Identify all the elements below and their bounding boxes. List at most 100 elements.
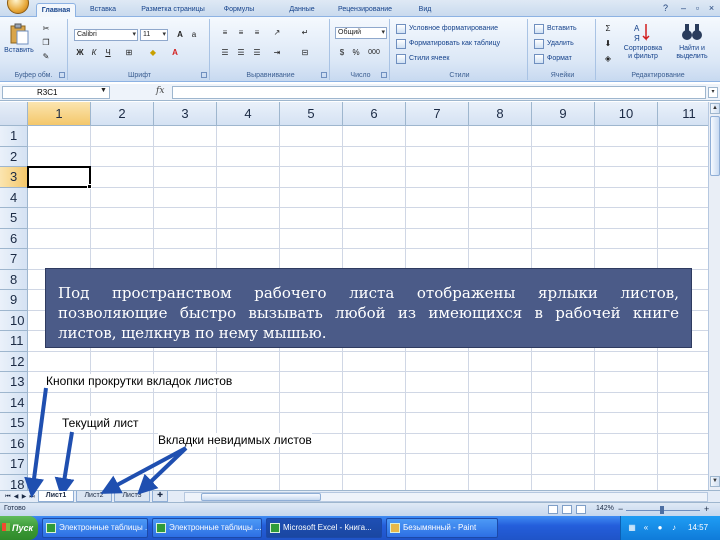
conditional-formatting-button[interactable]: Условное форматирование xyxy=(396,23,498,35)
align-left-icon[interactable]: ☰ xyxy=(218,47,232,59)
format-painter-icon[interactable]: ✎ xyxy=(40,51,52,63)
format-cells-button[interactable]: Формат xyxy=(534,53,572,65)
sheet-tab-1[interactable]: Лист1 xyxy=(38,491,74,502)
column-header-6[interactable]: 6 xyxy=(343,102,406,126)
insert-sheet-icon[interactable]: ✚ xyxy=(152,491,168,502)
fill-icon[interactable]: ⬇ xyxy=(602,38,614,50)
column-header-8[interactable]: 8 xyxy=(469,102,532,126)
align-top-icon[interactable]: ≡ xyxy=(218,27,232,39)
row-header-1[interactable]: 1 xyxy=(0,126,28,147)
cell-styles-button[interactable]: Стили ячеек xyxy=(396,53,449,65)
row-header-6[interactable]: 6 xyxy=(0,228,28,249)
first-sheet-icon[interactable]: ⏮ xyxy=(4,492,12,502)
column-header-5[interactable]: 5 xyxy=(280,102,343,126)
borders-icon[interactable]: ⊞ xyxy=(122,47,136,59)
taskbar-item-3[interactable]: Microsoft Excel - Книга... xyxy=(266,518,382,538)
row-header-5[interactable]: 5 xyxy=(0,208,28,229)
active-cell[interactable] xyxy=(27,166,91,188)
sheet-tab-3[interactable]: Лист3 xyxy=(114,491,150,502)
page-layout-view-icon[interactable] xyxy=(562,505,572,514)
wrap-text-icon[interactable]: ↵ xyxy=(298,27,312,39)
close-icon[interactable]: × xyxy=(706,3,717,14)
next-sheet-icon[interactable]: ▶ xyxy=(20,492,28,502)
italic-icon[interactable]: К xyxy=(88,47,100,59)
underline-icon[interactable]: Ч xyxy=(102,47,114,59)
column-header-2[interactable]: 2 xyxy=(91,102,154,126)
align-middle-icon[interactable]: ≡ xyxy=(234,27,248,39)
scroll-down-icon[interactable]: ▼ xyxy=(710,476,720,487)
row-header-14[interactable]: 14 xyxy=(0,392,28,413)
find-select-button[interactable]: Найти и выделить xyxy=(670,21,714,61)
last-sheet-icon[interactable]: ⏭ xyxy=(28,492,36,502)
row-header-9[interactable]: 9 xyxy=(0,290,28,311)
column-header-9[interactable]: 9 xyxy=(532,102,595,126)
horizontal-scrollbar[interactable] xyxy=(184,492,708,502)
row-header-10[interactable]: 10 xyxy=(0,310,28,331)
fill-handle[interactable] xyxy=(87,183,92,189)
tab-review[interactable]: Рецензирование xyxy=(330,3,400,17)
orientation-icon[interactable]: ↗ xyxy=(270,27,284,39)
tab-insert[interactable]: Вставка xyxy=(82,3,124,17)
tab-page-layout[interactable]: Разметка страницы xyxy=(132,3,214,17)
paste-button[interactable]: Вставить xyxy=(4,23,34,55)
formula-input[interactable] xyxy=(172,86,706,99)
autosum-icon[interactable]: Σ xyxy=(602,23,614,35)
name-box[interactable]: R3C1 xyxy=(2,86,110,99)
insert-cells-button[interactable]: Вставить xyxy=(534,23,577,35)
page-break-view-icon[interactable] xyxy=(576,505,586,514)
row-header-7[interactable]: 7 xyxy=(0,249,28,270)
start-button[interactable]: Пуск xyxy=(0,516,38,540)
sheet-tab-2[interactable]: Лист2 xyxy=(76,491,112,502)
scroll-up-icon[interactable]: ▲ xyxy=(710,103,720,114)
row-header-15[interactable]: 15 xyxy=(0,413,28,434)
align-bottom-icon[interactable]: ≡ xyxy=(250,27,264,39)
font-color-icon[interactable]: A xyxy=(168,47,182,59)
indent-icon[interactable]: ⇥ xyxy=(270,47,284,59)
zoom-in-icon[interactable]: + xyxy=(704,504,709,514)
volume-icon[interactable]: ♪ xyxy=(669,523,679,533)
row-header-12[interactable]: 12 xyxy=(0,351,28,372)
taskbar-item-4[interactable]: Безымянный - Paint xyxy=(386,518,498,538)
tray-arrow-icon[interactable]: « xyxy=(641,523,651,533)
antivirus-icon[interactable]: ● xyxy=(655,523,665,533)
restore-icon[interactable]: ▫ xyxy=(692,3,703,14)
clear-icon[interactable]: ◈ xyxy=(602,53,614,65)
align-right-icon[interactable]: ☰ xyxy=(250,47,264,59)
delete-cells-button[interactable]: Удалить xyxy=(534,38,574,50)
zoom-out-icon[interactable]: − xyxy=(618,504,623,514)
grow-font-icon[interactable]: A xyxy=(174,29,186,41)
column-header-4[interactable]: 4 xyxy=(217,102,280,126)
row-header-4[interactable]: 4 xyxy=(0,187,28,208)
cut-icon[interactable]: ✂ xyxy=(40,23,52,35)
row-header-11[interactable]: 11 xyxy=(0,331,28,352)
font-launcher-icon[interactable] xyxy=(201,72,207,78)
merge-cells-icon[interactable]: ⊟ xyxy=(298,47,312,59)
fill-color-icon[interactable]: ◆ xyxy=(146,47,160,59)
copy-icon[interactable]: ❐ xyxy=(40,37,52,49)
row-header-2[interactable]: 2 xyxy=(0,146,28,167)
tab-data[interactable]: Данные xyxy=(282,3,322,17)
font-name-select[interactable]: Calibri xyxy=(74,29,138,41)
taskbar-item-2[interactable]: Электронные таблицы ... xyxy=(152,518,262,538)
zoom-level[interactable]: 142% xyxy=(596,505,614,512)
row-header-3[interactable]: 3 xyxy=(0,167,28,188)
vertical-scroll-thumb[interactable] xyxy=(710,116,720,176)
alignment-launcher-icon[interactable] xyxy=(321,72,327,78)
tab-formulas[interactable]: Формулы xyxy=(218,3,260,17)
keyboard-layout-icon[interactable]: ▦ xyxy=(627,523,637,533)
row-header-18[interactable]: 18 xyxy=(0,474,28,490)
zoom-slider-knob[interactable] xyxy=(660,506,664,514)
sort-filter-button[interactable]: АЯ Сортировка и фильтр xyxy=(620,21,666,61)
help-icon[interactable]: ? xyxy=(660,3,671,14)
tab-home[interactable]: Главная xyxy=(36,3,76,17)
align-center-icon[interactable]: ☰ xyxy=(234,47,248,59)
name-box-dropdown-icon[interactable]: ▼ xyxy=(100,87,107,94)
currency-icon[interactable]: $ xyxy=(336,47,348,59)
clipboard-launcher-icon[interactable] xyxy=(59,72,65,78)
horizontal-scroll-thumb[interactable] xyxy=(201,493,321,501)
taskbar-item-1[interactable]: Электронные таблицы ... xyxy=(42,518,148,538)
prev-sheet-icon[interactable]: ◀ xyxy=(12,492,20,502)
row-header-17[interactable]: 17 xyxy=(0,454,28,475)
column-header-3[interactable]: 3 xyxy=(154,102,217,126)
normal-view-icon[interactable] xyxy=(548,505,558,514)
